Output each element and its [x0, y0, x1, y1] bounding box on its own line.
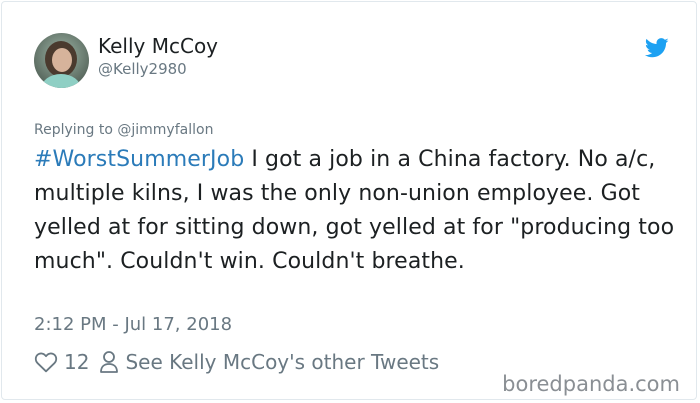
heart-icon[interactable]: [34, 351, 58, 373]
like-count[interactable]: 12: [64, 350, 89, 374]
hashtag-link[interactable]: #WorstSummerJob: [34, 147, 244, 172]
tweet-card: Kelly McCoy @Kelly2980 Replying to @jimm…: [1, 1, 697, 400]
person-icon[interactable]: [99, 350, 119, 374]
author-handle[interactable]: @Kelly2980: [98, 60, 187, 78]
watermark: boredpanda.com: [502, 372, 680, 396]
author-name[interactable]: Kelly McCoy: [98, 34, 218, 58]
replying-to[interactable]: Replying to @jimmyfallon: [34, 122, 213, 138]
tweet-timestamp[interactable]: 2:12 PM - Jul 17, 2018: [34, 314, 232, 335]
tweet-text: #WorstSummerJob I got a job in a China f…: [34, 143, 682, 279]
twitter-bird-icon[interactable]: [644, 38, 669, 58]
other-tweets-link[interactable]: See Kelly McCoy's other Tweets: [125, 350, 439, 374]
tweet-actions: 12 See Kelly McCoy's other Tweets: [34, 348, 439, 376]
avatar[interactable]: [34, 33, 89, 88]
